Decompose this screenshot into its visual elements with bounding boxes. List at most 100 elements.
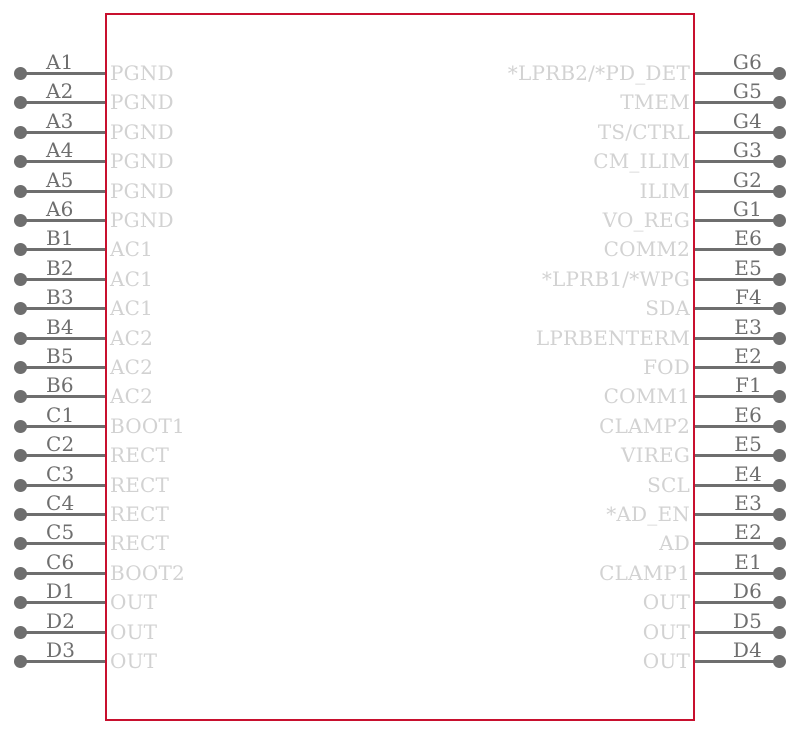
pin-name: AC2 <box>110 325 154 350</box>
pin-connection-dot[interactable] <box>14 655 27 668</box>
pin-name: PGND <box>110 208 174 232</box>
pin-name: OUT <box>110 649 158 673</box>
pin-name: CM_ILIM <box>593 149 690 174</box>
pin-number: G5 <box>732 79 762 104</box>
pin-number: C3 <box>46 461 75 486</box>
pin-number: C6 <box>46 549 75 574</box>
schematic-symbol-canvas: A1 PGND A2 PGND A3 PGND A4 PGND A5 PGND A6 PGND B1 AC… <box>0 0 800 733</box>
pin-number: A3 <box>46 108 74 133</box>
pin-number: G6 <box>732 50 762 74</box>
pin-connection-dot[interactable] <box>14 184 27 198</box>
pin-name: RECT <box>110 443 170 468</box>
pin-connection-dot[interactable] <box>773 125 786 139</box>
pin-number: B2 <box>46 255 74 280</box>
pin-name: OUT <box>110 619 158 644</box>
pin-name: BOOT1 <box>110 413 185 438</box>
pin-connection-dot[interactable] <box>14 596 27 610</box>
pin-connection-dot[interactable] <box>14 243 27 257</box>
pin-name: RECT <box>110 472 170 497</box>
pin-name: RECT <box>110 502 170 526</box>
pin-connection-dot[interactable] <box>773 625 786 639</box>
pin-number: A1 <box>46 50 74 74</box>
pin-name: CLAMP1 <box>599 560 690 585</box>
pin-number: F4 <box>734 285 762 310</box>
pin-connection-dot[interactable] <box>773 596 786 610</box>
pin-name: AC1 <box>110 237 154 262</box>
pin-connection-dot[interactable] <box>773 478 786 492</box>
pin-connection-dot[interactable] <box>773 449 786 463</box>
pin-number: A6 <box>46 197 74 221</box>
pin-name: OUT <box>642 619 690 644</box>
pin-connection-dot[interactable] <box>773 302 786 316</box>
pin-name: TMEM <box>620 90 690 115</box>
pin-connection-dot[interactable] <box>14 214 27 227</box>
pin-connection-dot[interactable] <box>14 478 27 492</box>
pin-name: ILIM <box>639 178 690 203</box>
pin-number: E2 <box>734 344 762 368</box>
pin-connection-dot[interactable] <box>14 625 27 639</box>
pin-name: AC1 <box>110 296 154 321</box>
pin-number: G2 <box>732 167 762 192</box>
pin-connection-dot[interactable] <box>14 508 27 521</box>
pin-connection-dot[interactable] <box>14 67 27 80</box>
pin-number: B4 <box>46 314 74 339</box>
pin-number: B5 <box>46 344 74 368</box>
pin-number: D5 <box>732 608 762 633</box>
pin-connection-dot[interactable] <box>14 449 27 463</box>
pin-connection-dot[interactable] <box>14 96 27 110</box>
pin-connection-dot[interactable] <box>773 272 786 286</box>
pin-number: A4 <box>46 138 74 163</box>
pin-name: PGND <box>110 178 174 203</box>
pin-name: VO_REG <box>602 208 690 232</box>
pin-connection-dot[interactable] <box>773 537 786 551</box>
pin-connection-dot[interactable] <box>773 184 786 198</box>
pin-connection-dot[interactable] <box>773 214 786 227</box>
pin-connection-dot[interactable] <box>14 566 27 580</box>
pin-name: COMM1 <box>603 384 690 409</box>
pin-connection-dot[interactable] <box>773 331 786 345</box>
pin-connection-dot[interactable] <box>773 67 786 80</box>
pin-number: G4 <box>732 108 762 133</box>
pin-number: B6 <box>46 373 74 398</box>
pin-name: BOOT2 <box>110 560 185 585</box>
pin-name: LPRBENTERM <box>535 325 690 350</box>
pin-connection-dot[interactable] <box>14 272 27 286</box>
pin-connection-dot[interactable] <box>14 125 27 139</box>
pin-name: *LPRB1/*WPG <box>541 266 690 291</box>
pin-name: *LPRB2/*PD_DET <box>507 61 690 85</box>
pin-connection-dot[interactable] <box>773 419 786 433</box>
pin-connection-dot[interactable] <box>14 331 27 345</box>
pin-connection-dot[interactable] <box>14 155 27 169</box>
pin-connection-dot[interactable] <box>773 566 786 580</box>
pin-name: AC2 <box>110 384 154 409</box>
pin-name: RECT <box>110 531 170 556</box>
pin-number: E4 <box>734 461 762 486</box>
pin-number: F1 <box>734 373 762 398</box>
pin-name: OUT <box>642 590 690 615</box>
pin-number: E2 <box>734 520 762 545</box>
pin-connection-dot[interactable] <box>773 655 786 668</box>
pin-name: PGND <box>110 119 174 144</box>
pin-connection-dot[interactable] <box>773 508 786 521</box>
pin-number: G1 <box>732 197 762 221</box>
pin-connection-dot[interactable] <box>14 419 27 433</box>
pin-name: PGND <box>110 149 174 174</box>
pin-number: E5 <box>734 432 762 457</box>
pin-connection-dot[interactable] <box>14 302 27 316</box>
pin-number: C1 <box>46 402 75 427</box>
pin-connection-dot[interactable] <box>773 243 786 257</box>
pin-connection-dot[interactable] <box>14 537 27 551</box>
pin-name: OUT <box>110 590 158 615</box>
pin-connection-dot[interactable] <box>14 361 27 374</box>
pin-number: E3 <box>734 314 762 339</box>
pin-connection-dot[interactable] <box>14 390 27 404</box>
pin-connection-dot[interactable] <box>773 361 786 374</box>
pin-connection-dot[interactable] <box>773 155 786 169</box>
pin-number: D2 <box>46 608 76 633</box>
pin-number: E6 <box>734 402 762 427</box>
pin-name: SCL <box>647 472 690 497</box>
pin-connection-dot[interactable] <box>773 390 786 404</box>
pin-name: COMM2 <box>603 237 690 262</box>
pin-connection-dot[interactable] <box>773 96 786 110</box>
pin-number: E6 <box>734 226 762 251</box>
